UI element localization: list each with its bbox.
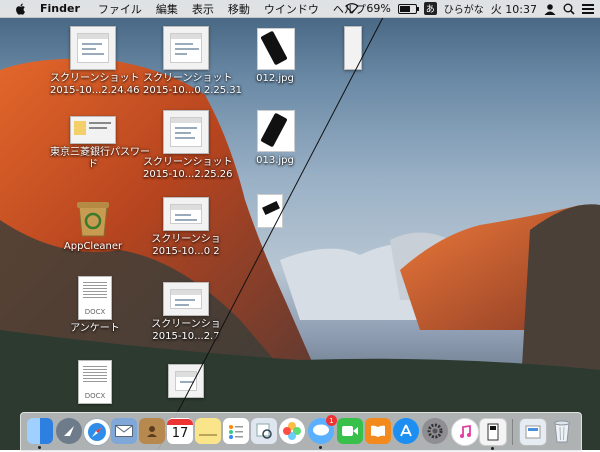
facetime-icon[interactable] bbox=[337, 418, 363, 444]
desktop-icon-screenshot-2[interactable]: スクリーンショット 2015-10...0 2.25.31 bbox=[143, 26, 243, 97]
desktop-icon-partial-1[interactable] bbox=[328, 26, 378, 70]
messages-badge: 1 bbox=[326, 415, 337, 426]
preview-icon[interactable] bbox=[251, 418, 277, 444]
desktop-icon-sublabel: 2015-10...0 2.25.31 bbox=[143, 85, 243, 96]
menu-window[interactable]: ウインドウ bbox=[264, 1, 319, 17]
user-icon[interactable] bbox=[544, 3, 556, 15]
notes-icon[interactable] bbox=[195, 418, 221, 444]
desktop-icon-label: スクリーンショ bbox=[151, 234, 221, 245]
screenshot-thumbnail bbox=[168, 364, 204, 398]
spotlight-search-icon[interactable] bbox=[563, 3, 575, 15]
desktop-icon-bank-password[interactable]: 東京三菱銀行パスワー ド bbox=[50, 116, 150, 171]
safari-icon[interactable] bbox=[83, 418, 111, 446]
desktop-icon-sublabel: 2015-10...2.25.26 bbox=[143, 169, 233, 180]
document-thumbnail bbox=[70, 116, 116, 144]
desktop-icon-012-jpg[interactable]: 012.jpg bbox=[232, 26, 318, 85]
menu-edit[interactable]: 編集 bbox=[156, 1, 178, 17]
screenshot-thumbnail bbox=[163, 26, 209, 70]
desktop-icon-013-jpg[interactable]: 013.jpg bbox=[232, 108, 318, 167]
photos-icon[interactable] bbox=[279, 418, 305, 444]
desktop-icon-label: スクリーンショ bbox=[151, 319, 221, 330]
contacts-icon[interactable] bbox=[139, 418, 165, 444]
screenshot-thumbnail bbox=[163, 110, 209, 154]
menu-file[interactable]: ファイル bbox=[98, 1, 142, 17]
desktop-icon-screenshot-1[interactable]: スクリーンショット 2015-10...2.24.46 bbox=[50, 26, 140, 97]
launchpad-icon[interactable] bbox=[56, 418, 82, 444]
dock: 17 1 bbox=[20, 412, 582, 452]
menu-go[interactable]: 移動 bbox=[228, 1, 250, 17]
docx-document-icon: DOCX bbox=[78, 360, 112, 404]
appcleaner-icon bbox=[73, 196, 113, 238]
desktop-icon-label: スクリーンショット bbox=[50, 73, 140, 84]
messages-icon[interactable]: 1 bbox=[308, 415, 337, 449]
menu-view[interactable]: 表示 bbox=[192, 1, 214, 17]
itunes-icon[interactable] bbox=[451, 418, 479, 446]
desktop-icon-appcleaner[interactable]: AppCleaner bbox=[50, 196, 136, 253]
status-area: 69% あ ひらがな 火 10:37 bbox=[338, 0, 594, 17]
input-mode-label[interactable]: ひらがな bbox=[444, 1, 484, 16]
battery-percent[interactable]: 69% bbox=[366, 2, 390, 15]
screenshot-thumbnail bbox=[163, 282, 209, 316]
desktop-icon-screenshot-5[interactable]: スクリーンショ 2015-10...2.7 bbox=[143, 282, 229, 343]
screenshot-thumbnail bbox=[163, 197, 209, 231]
downloads-folder-icon[interactable] bbox=[519, 418, 547, 446]
wifi-icon[interactable] bbox=[345, 3, 360, 14]
menu-clock[interactable]: 火 10:37 bbox=[491, 1, 537, 17]
trash-icon[interactable] bbox=[549, 418, 575, 444]
calendar-icon[interactable]: 17 bbox=[167, 418, 193, 444]
system-preferences-icon[interactable] bbox=[422, 418, 448, 444]
utility-icon[interactable] bbox=[479, 418, 507, 450]
desktop-icon-label: スクリーンショット bbox=[143, 73, 233, 84]
image-thumbnail bbox=[253, 190, 297, 234]
dock-separator bbox=[512, 419, 513, 445]
running-indicator bbox=[38, 446, 41, 449]
desktop-icon-label: 012.jpg bbox=[256, 73, 294, 84]
finder-icon[interactable] bbox=[27, 418, 53, 449]
screenshot-thumbnail bbox=[70, 26, 116, 70]
image-thumbnail bbox=[253, 26, 297, 70]
battery-icon[interactable] bbox=[397, 3, 419, 14]
desktop-icon-screenshot-4[interactable]: スクリーンショ 2015-10...0 2 bbox=[143, 197, 229, 258]
battery-fill bbox=[399, 5, 410, 12]
desktop-icon-screenshot-3[interactable]: スクリーンショット 2015-10...2.25.26 bbox=[143, 110, 233, 181]
desktop-icon-screenshot-6[interactable] bbox=[143, 364, 229, 398]
app-store-icon[interactable] bbox=[393, 418, 419, 444]
calendar-day: 17 bbox=[171, 426, 189, 441]
desktop-icon-sublabel: ド bbox=[88, 159, 98, 170]
input-method-icon[interactable]: あ bbox=[423, 2, 437, 15]
docx-tag: DOCX bbox=[84, 308, 106, 316]
menu-app-finder[interactable]: Finder bbox=[40, 2, 80, 15]
running-indicator bbox=[319, 446, 322, 449]
reminders-icon[interactable] bbox=[223, 418, 249, 444]
ibooks-icon[interactable] bbox=[365, 418, 391, 444]
desktop-icon-label: アンケート bbox=[70, 323, 120, 334]
desktop-icon-partial-jpg[interactable] bbox=[232, 190, 318, 234]
docx-document-icon: DOCX bbox=[78, 276, 112, 320]
notification-center-icon[interactable] bbox=[582, 3, 594, 14]
menu-bar: Finder ファイル 編集 表示 移動 ウインドウ ヘルプ 69% あ ひらが… bbox=[0, 0, 600, 18]
desktop-icon-label: 東京三菱銀行パスワー bbox=[50, 147, 150, 158]
image-thumbnail bbox=[253, 108, 297, 152]
docx-tag: DOCX bbox=[84, 392, 106, 400]
desktop-icon-label: AppCleaner bbox=[63, 241, 123, 252]
desktop-icon-survey-docx[interactable]: DOCX アンケート bbox=[52, 276, 138, 335]
desktop-icon-label: スクリーンショット bbox=[143, 157, 233, 168]
mail-icon[interactable] bbox=[111, 418, 137, 444]
desktop-icon-sublabel: 2015-10...2.24.46 bbox=[50, 85, 140, 96]
desktop-icon-label: 013.jpg bbox=[256, 155, 294, 166]
document-thumbnail bbox=[344, 26, 362, 70]
apple-menu-icon[interactable] bbox=[14, 2, 28, 16]
desktop-icon-sublabel: 2015-10...2.7 bbox=[152, 331, 220, 342]
desktop-icon-sublabel: 2015-10...0 2 bbox=[152, 246, 220, 257]
desktop-icon-docx-2[interactable]: DOCX bbox=[52, 360, 138, 404]
